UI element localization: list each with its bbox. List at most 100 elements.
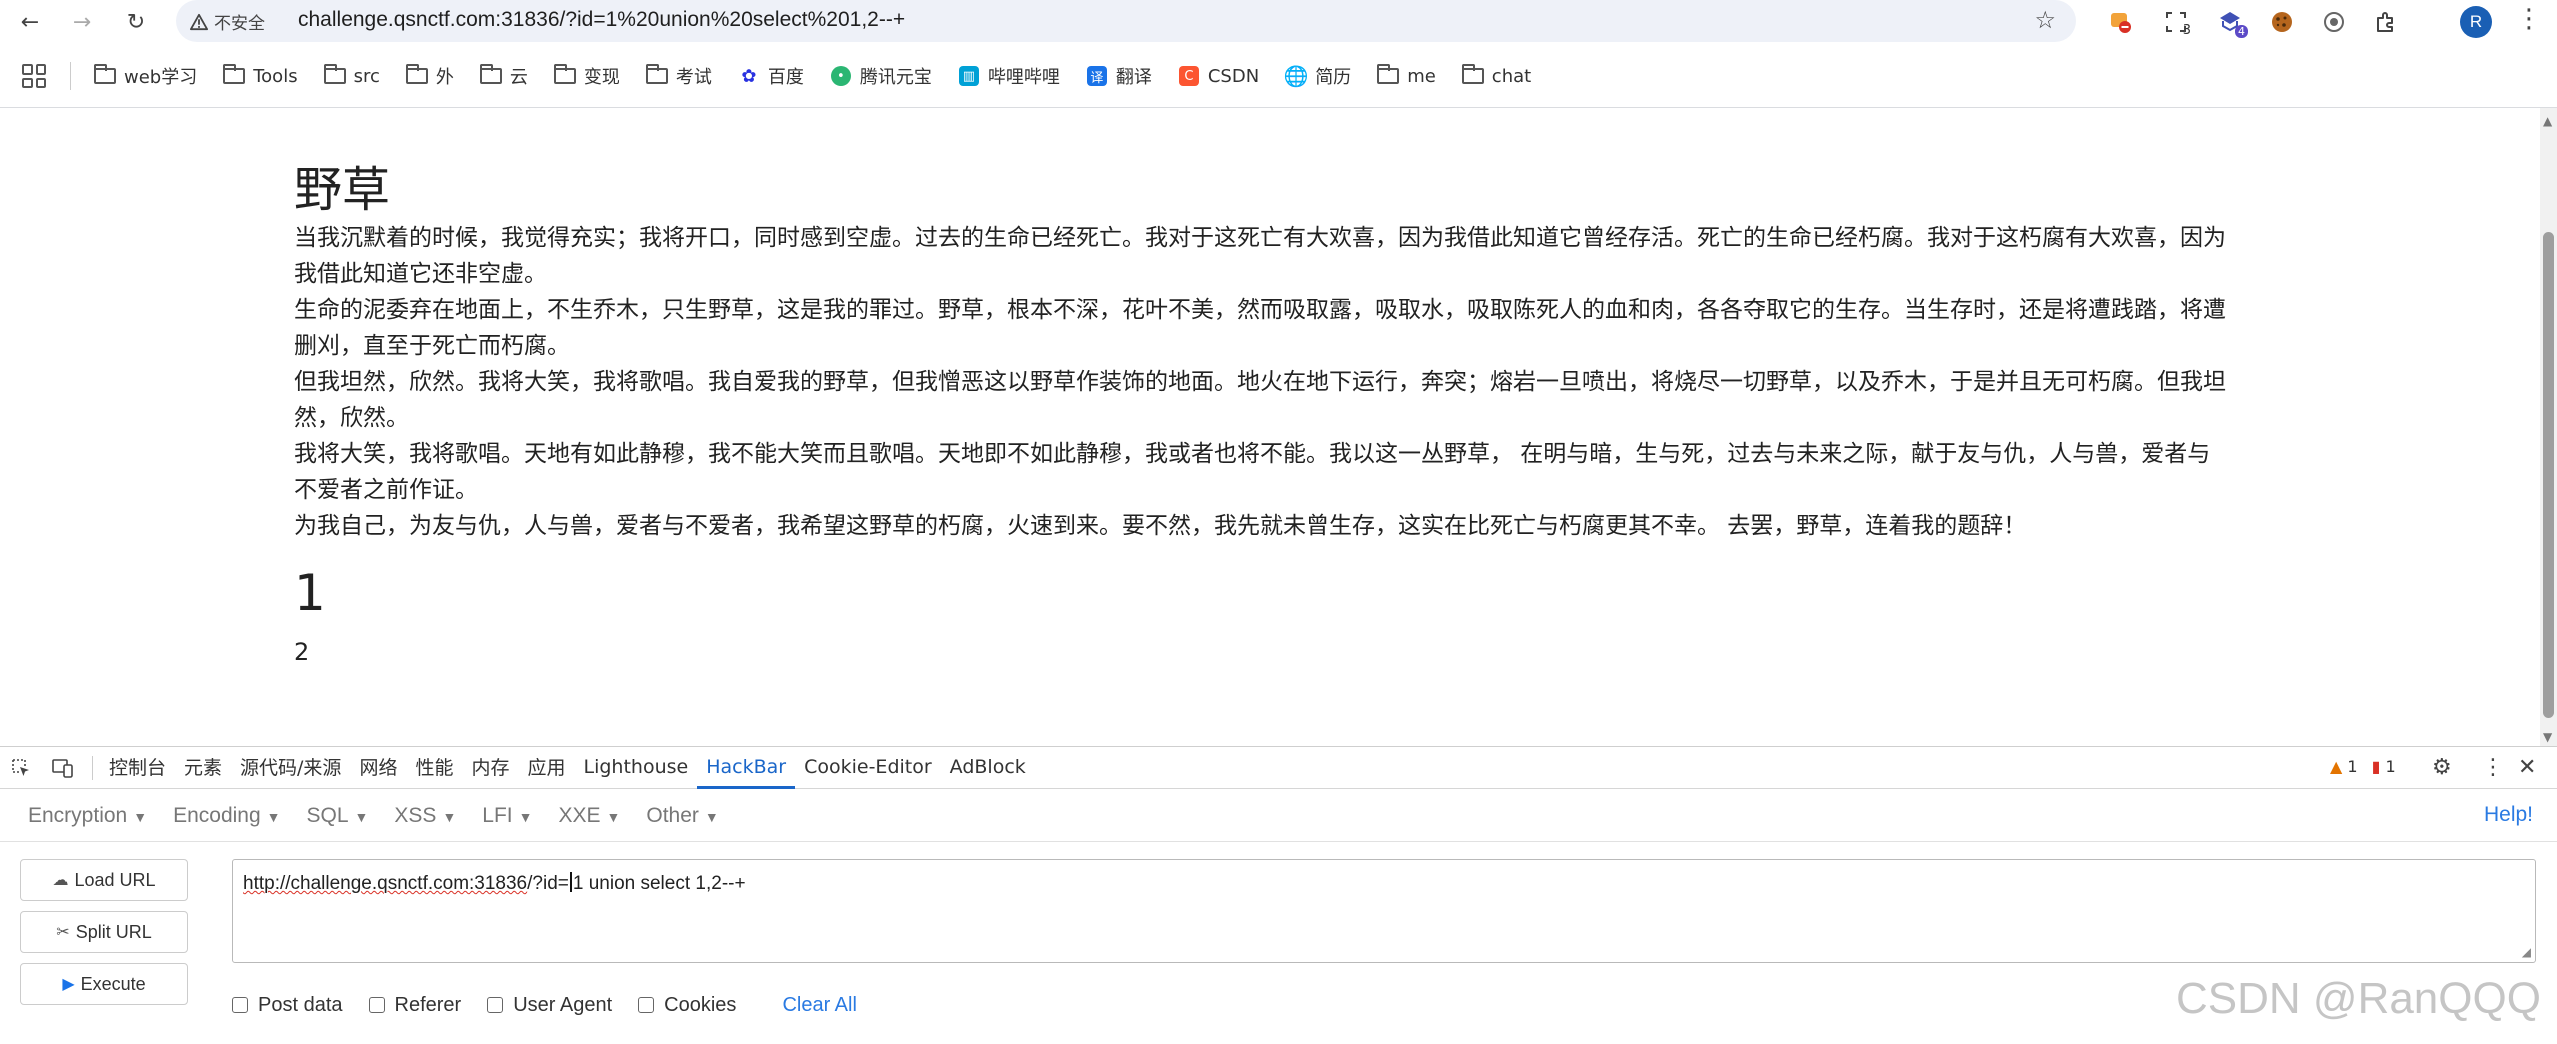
tab-application[interactable]: 应用 bbox=[518, 747, 574, 789]
bookmark-tools[interactable]: Tools bbox=[223, 64, 298, 87]
menu-encoding[interactable]: Encoding ▼ bbox=[173, 804, 280, 828]
bookmark-chat[interactable]: chat bbox=[1461, 64, 1531, 87]
resize-grip-icon[interactable]: ◢ bbox=[2522, 945, 2531, 959]
clear-all-link[interactable]: Clear All bbox=[782, 994, 856, 1017]
execute-label: Execute bbox=[80, 973, 146, 994]
browser-menu-icon[interactable]: ⋮ bbox=[2516, 4, 2542, 34]
cookies-checkbox[interactable] bbox=[638, 997, 655, 1013]
ext-capture-icon[interactable]: 3 bbox=[2160, 6, 2192, 38]
tab-network[interactable]: 网络 bbox=[350, 747, 406, 789]
tab-hackbar[interactable]: HackBar bbox=[697, 747, 796, 789]
bookmark-label: 哔哩哔哩 bbox=[987, 67, 1060, 88]
issue-counters[interactable]: ▲ 1 ▮ 1 bbox=[2330, 757, 2396, 776]
user-agent-checkbox[interactable] bbox=[487, 997, 504, 1013]
warnings-count: 1 bbox=[2347, 757, 2358, 776]
poem-paragraph: 但我坦然，欣然。我将大笑，我将歌唱。我自爱我的野草，但我憎恶这以野草作装饰的地面… bbox=[294, 369, 2226, 431]
folder-icon bbox=[94, 64, 116, 85]
reload-icon[interactable]: ↻ bbox=[120, 6, 152, 38]
caret-down-icon: ▼ bbox=[606, 809, 621, 825]
ext-blocked-icon[interactable] bbox=[2104, 6, 2136, 38]
bookmark-translate[interactable]: 译翻译 bbox=[1086, 63, 1152, 89]
menu-encryption[interactable]: Encryption ▼ bbox=[28, 804, 147, 828]
errors-counter[interactable]: ▮ 1 bbox=[2372, 757, 2396, 776]
bookmark-src[interactable]: src bbox=[323, 64, 380, 87]
option-label: User Agent bbox=[513, 993, 613, 1016]
devtools-tab-list: 控制台 元素 源代码/来源 网络 性能 内存 应用 Lighthouse Hac… bbox=[100, 747, 1035, 789]
baidu-paw-icon: ✿ bbox=[741, 65, 757, 87]
bookmark-star-icon[interactable]: ☆ bbox=[2034, 6, 2056, 34]
tab-cookie-editor[interactable]: Cookie-Editor bbox=[795, 747, 941, 789]
watermark: CSDN @RanQQQ bbox=[2176, 974, 2541, 1023]
bookmark-yuanbao[interactable]: • 腾讯元宝 bbox=[830, 63, 932, 89]
menu-label: Encryption bbox=[28, 804, 128, 827]
menu-lfi[interactable]: LFI ▼ bbox=[482, 804, 532, 828]
device-toolbar-icon[interactable] bbox=[50, 755, 76, 781]
scrollbar-thumb[interactable] bbox=[2543, 232, 2554, 718]
bookmark-yun[interactable]: 云 bbox=[479, 63, 528, 89]
bookmark-csdn[interactable]: C CSDN bbox=[1178, 66, 1259, 87]
ext-settings-icon[interactable] bbox=[2318, 6, 2350, 38]
menu-sql[interactable]: SQL ▼ bbox=[307, 804, 369, 828]
bookmark-resume[interactable]: 🌐 简历 bbox=[1284, 63, 1351, 89]
split-url-button[interactable]: ✂ Split URL bbox=[20, 911, 188, 953]
option-label: Post data bbox=[258, 993, 343, 1016]
hackbar-url-textarea[interactable]: http://challenge.qsnctf.com:31836/?id= 1 … bbox=[232, 859, 2536, 963]
profile-avatar[interactable]: R bbox=[2460, 6, 2492, 38]
menu-xxe[interactable]: XXE ▼ bbox=[559, 804, 621, 828]
devtools-settings-icon[interactable]: ⚙ bbox=[2432, 755, 2452, 780]
bookmark-bilibili[interactable]: ▥ 哔哩哔哩 bbox=[958, 63, 1060, 89]
page-title: 野草 bbox=[294, 162, 391, 218]
bookmark-me[interactable]: me bbox=[1377, 64, 1436, 87]
tab-lighthouse[interactable]: Lighthouse bbox=[575, 747, 698, 789]
help-link[interactable]: Help! bbox=[2484, 803, 2533, 827]
post-data-option[interactable]: Post data bbox=[232, 994, 343, 1017]
tab-memory[interactable]: 内存 bbox=[462, 747, 518, 789]
puzzle-icon[interactable] bbox=[2370, 6, 2402, 38]
page-scrollbar[interactable]: ▲ ▼ bbox=[2540, 108, 2557, 746]
cookie-icon[interactable] bbox=[2266, 6, 2298, 38]
tab-elements[interactable]: 元素 bbox=[175, 747, 231, 789]
menu-label: LFI bbox=[482, 804, 513, 827]
post-data-checkbox[interactable] bbox=[232, 997, 248, 1013]
load-url-button[interactable]: ☁ Load URL bbox=[20, 859, 188, 901]
menu-other[interactable]: Other ▼ bbox=[646, 804, 718, 828]
security-indicator[interactable]: 不安全 bbox=[190, 9, 265, 34]
tab-console[interactable]: 控制台 bbox=[100, 747, 175, 789]
warnings-counter[interactable]: ▲ 1 bbox=[2330, 757, 2358, 776]
tab-sources[interactable]: 源代码/来源 bbox=[231, 747, 350, 789]
ext-shield-icon[interactable]: 4 bbox=[2214, 6, 2248, 38]
scroll-down-icon[interactable]: ▼ bbox=[2543, 730, 2552, 744]
bookmark-label: 百度 bbox=[767, 67, 804, 88]
hackbar-menu-list: Encryption ▼ Encoding ▼ SQL ▼ XSS ▼ LFI ▼ XXE… bbox=[28, 797, 719, 835]
bookmark-web-study[interactable]: web学习 bbox=[94, 63, 197, 89]
bookmark-label: 变现 bbox=[583, 67, 620, 88]
ext-capture-badge: 3 bbox=[2182, 23, 2191, 38]
forward-icon[interactable]: → bbox=[66, 6, 98, 38]
folder-icon bbox=[223, 64, 246, 85]
close-devtools-icon[interactable]: ✕ bbox=[2518, 755, 2536, 780]
execute-button[interactable]: ▶ Execute bbox=[20, 963, 188, 1005]
menu-label: SQL bbox=[306, 804, 349, 827]
bookmark-baidu[interactable]: ✿ 百度 bbox=[738, 63, 804, 89]
apps-grid-icon[interactable] bbox=[22, 64, 46, 88]
caret-down-icon: ▼ bbox=[266, 809, 281, 825]
bookmark-wai[interactable]: 外 bbox=[405, 63, 454, 89]
cookies-option[interactable]: Cookies bbox=[638, 994, 736, 1017]
address-bar[interactable]: 不安全 challenge.qsnctf.com:31836/?id=1%20u… bbox=[176, 0, 2076, 42]
hackbar-options: Post data Referer User Agent Cookies Cle… bbox=[232, 991, 857, 1019]
url-text[interactable]: challenge.qsnctf.com:31836/?id=1%20union… bbox=[298, 8, 905, 32]
devtools-menu-icon[interactable]: ⋮ bbox=[2482, 755, 2504, 780]
bookmark-kaoshi[interactable]: 考试 bbox=[645, 63, 712, 89]
back-icon[interactable]: ← bbox=[14, 6, 46, 38]
inspect-element-icon[interactable] bbox=[8, 755, 34, 781]
error-message-icon: ▮ bbox=[2371, 757, 2381, 776]
tab-performance[interactable]: 性能 bbox=[406, 747, 462, 789]
user-agent-option[interactable]: User Agent bbox=[487, 994, 612, 1017]
referer-checkbox[interactable] bbox=[368, 997, 385, 1013]
scroll-up-icon[interactable]: ▲ bbox=[2543, 114, 2552, 128]
referer-option[interactable]: Referer bbox=[368, 994, 461, 1017]
tab-adblock[interactable]: AdBlock bbox=[941, 747, 1035, 789]
menu-xss[interactable]: XSS ▼ bbox=[394, 804, 456, 828]
bookmark-label: Tools bbox=[253, 65, 298, 87]
bookmark-bianxian[interactable]: 变现 bbox=[553, 63, 620, 89]
